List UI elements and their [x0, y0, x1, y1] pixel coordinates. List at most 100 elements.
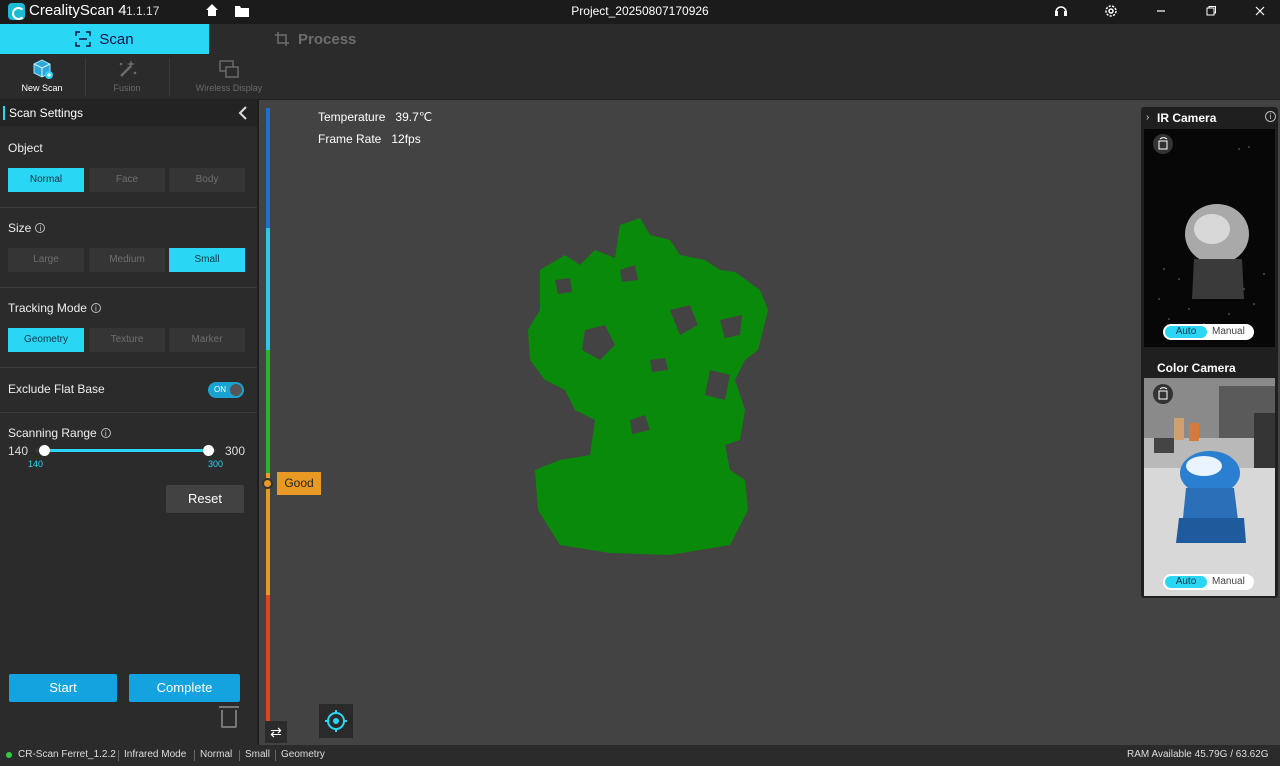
new-scan-cube-icon [33, 59, 53, 79]
status-separator [239, 750, 240, 761]
size-option-large[interactable]: Large [8, 248, 84, 272]
info-icon[interactable]: i [90, 303, 101, 313]
expand-chevron-icon[interactable]: › [1146, 112, 1149, 123]
size-label-text: Size [8, 221, 32, 235]
size-option-small[interactable]: Small [169, 248, 245, 272]
object-option-face[interactable]: Face [89, 168, 165, 192]
camera-info-icon[interactable]: i [1265, 111, 1276, 122]
start-button[interactable]: Start [9, 674, 117, 702]
status-mode: Infrared Mode [124, 749, 187, 760]
temperature-label: Temperature [318, 110, 386, 124]
connection-status-dot [6, 752, 12, 758]
complete-button[interactable]: Complete [129, 674, 240, 702]
color-camera-feed [1144, 378, 1275, 596]
object-option-body[interactable]: Body [169, 168, 245, 192]
frame-rate-value: 12fps [391, 132, 421, 146]
section-divider [0, 367, 257, 368]
wireless-display-label: Wireless Display [195, 83, 263, 93]
section-divider [0, 207, 257, 208]
status-device: CR-Scan Ferret_1.2.2 [18, 749, 116, 760]
crop-icon [275, 32, 289, 46]
ir-camera-title: IR Camera [1157, 111, 1217, 125]
status-ram: RAM Available 45.79G / 63.62G [1127, 749, 1269, 760]
tab-scan[interactable]: Scan [0, 24, 209, 54]
size-label: Size i [8, 221, 46, 235]
tracking-segmented: Geometry Texture Marker [8, 328, 248, 352]
fusion-label: Fusion [113, 83, 141, 93]
tab-process[interactable]: Process [274, 24, 356, 54]
trash-icon[interactable] [219, 706, 239, 728]
ir-auto-option[interactable]: Auto [1165, 326, 1207, 338]
scan-settings-panel [0, 100, 257, 745]
range-low-handle[interactable] [39, 445, 50, 456]
tab-process-label: Process [298, 30, 357, 48]
status-size: Small [245, 749, 271, 760]
scanning-range-label: Scanning Range i [8, 426, 111, 440]
tracking-option-geometry[interactable]: Geometry [8, 328, 84, 352]
tracking-option-texture[interactable]: Texture [89, 328, 165, 352]
status-separator [194, 750, 195, 761]
panel-title: Scan Settings [9, 106, 84, 120]
minimize-icon[interactable] [1152, 3, 1170, 21]
section-divider [0, 287, 257, 288]
ir-camera-feed [1144, 129, 1275, 347]
frame-rate-label: Frame Rate [318, 132, 382, 146]
temperature-readout: Temperature 39.7℃ [318, 110, 432, 124]
info-icon[interactable]: i [35, 223, 46, 233]
color-auto-option[interactable]: Auto [1165, 576, 1207, 588]
temperature-value: 39.7℃ [395, 110, 433, 124]
range-low-value: 140 [28, 459, 44, 469]
size-option-medium[interactable]: Medium [89, 248, 165, 272]
range-min-label: 140 [8, 444, 29, 458]
target-icon [325, 710, 347, 732]
rotate-camera-icon[interactable] [1153, 384, 1173, 404]
range-high-handle[interactable] [203, 445, 214, 456]
tracking-option-marker[interactable]: Marker [169, 328, 245, 352]
support-headset-icon[interactable] [1052, 3, 1070, 21]
locate-button[interactable] [319, 704, 353, 738]
status-bar [0, 745, 1280, 766]
wireless-display-icon [219, 60, 239, 78]
scan-frame-icon [75, 31, 92, 47]
object-label: Object [8, 141, 43, 155]
quality-tag: Good [277, 472, 321, 495]
size-segmented: Large Medium Small [8, 248, 248, 272]
new-scan-label: New Scan [21, 83, 63, 93]
scanning-range-label-text: Scanning Range [8, 426, 97, 440]
color-camera-title: Color Camera [1157, 361, 1236, 375]
close-icon[interactable] [1251, 3, 1269, 21]
tracking-mode-label-text: Tracking Mode [8, 301, 87, 315]
swap-view-button[interactable]: ⇄ [265, 721, 287, 743]
status-separator [275, 750, 276, 761]
new-scan-button[interactable]: New Scan [0, 56, 84, 98]
color-manual-option[interactable]: Manual [1212, 576, 1245, 588]
info-icon[interactable]: i [100, 428, 111, 438]
tab-scan-label: Scan [99, 30, 134, 48]
fusion-button[interactable]: Fusion [85, 56, 169, 98]
point-cloud-model [528, 218, 768, 555]
reset-button[interactable]: Reset [166, 485, 244, 513]
project-title: Project_20250807170926 [571, 4, 709, 18]
range-max-label: 300 [225, 444, 246, 458]
frame-rate-readout: Frame Rate 12fps [318, 132, 421, 146]
toolbar-divider [169, 58, 170, 96]
settings-gear-icon[interactable] [1102, 3, 1120, 21]
panel-accent-bar [3, 106, 5, 120]
object-option-normal[interactable]: Normal [8, 168, 84, 192]
restore-icon[interactable] [1202, 3, 1220, 21]
tracking-mode-label: Tracking Mode i [8, 301, 101, 315]
rotate-camera-icon[interactable] [1153, 134, 1173, 154]
status-object: Normal [200, 749, 233, 760]
fusion-wand-icon [119, 60, 137, 77]
ir-manual-option[interactable]: Manual [1212, 326, 1245, 338]
object-segmented: Normal Face Body [8, 168, 248, 192]
collapse-panel-icon[interactable] [236, 105, 250, 121]
status-tracking: Geometry [281, 749, 325, 760]
range-high-value: 300 [208, 459, 224, 469]
wireless-display-button[interactable]: Wireless Display [187, 56, 271, 98]
status-separator [118, 750, 119, 761]
range-track-fill [44, 449, 208, 452]
section-divider [0, 412, 257, 413]
toggle-state-label: ON [214, 385, 226, 394]
scan-quality-bar [266, 108, 270, 734]
